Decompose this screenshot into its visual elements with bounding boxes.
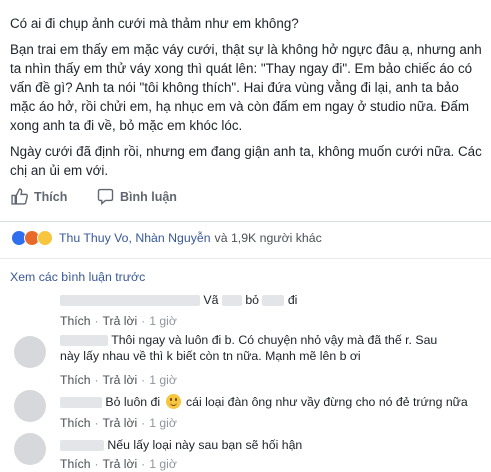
- post-paragraph: Ngày cưới đã định rồi, nhưng em đang giậ…: [10, 144, 482, 178]
- comment-actions: Thích · Trả lời · 1 giờ: [60, 416, 177, 430]
- redacted-text: [221, 295, 242, 307]
- divider: [0, 221, 491, 222]
- comment-actions: Thích · Trả lời · 1 giờ: [60, 373, 177, 387]
- post-actions-bar: Thích Bình luận: [0, 188, 491, 214]
- wow-reaction-icon: [37, 230, 53, 246]
- comment-time: 1 giờ: [149, 373, 177, 387]
- comment-actions: Thích · Trả lời · 1 giờ: [60, 457, 177, 471]
- comment-text: Bỏ luôn đi cái loại đàn ông như vầy đừng…: [60, 394, 468, 410]
- avatar[interactable]: [14, 433, 46, 465]
- comment-button-label: Bình luận: [120, 189, 177, 204]
- comment-reply-link[interactable]: Trả lời: [103, 373, 138, 387]
- comment-button[interactable]: Bình luận: [97, 188, 177, 205]
- comment-like-link[interactable]: Thích: [60, 314, 90, 328]
- avatar[interactable]: [14, 390, 46, 422]
- comment-time: 1 giờ: [149, 457, 177, 471]
- view-previous-comments-link[interactable]: Xem các bình luận trước: [10, 270, 145, 284]
- comment-icon: [97, 188, 114, 205]
- comment-reply-link[interactable]: Trả lời: [103, 314, 138, 328]
- comment-text: Thôi ngay và luôn đi b. Có chuyện nhỏ vậ…: [60, 333, 438, 363]
- comment-time: 1 giờ: [149, 314, 177, 328]
- comment-reply-link[interactable]: Trả lời: [103, 416, 138, 430]
- comment-reply-link[interactable]: Trả lời: [103, 457, 138, 471]
- avatar[interactable]: [14, 336, 46, 368]
- divider: [0, 258, 491, 259]
- reaction-others[interactable]: và 1,9K người khác: [215, 231, 322, 245]
- like-button-label: Thích: [34, 189, 68, 204]
- redacted-text: [262, 295, 285, 307]
- comment-text: Vã bỏ đi: [60, 292, 297, 308]
- comment-like-link[interactable]: Thích: [60, 457, 90, 471]
- comment-actions: Thích · Trả lời · 1 giờ: [60, 314, 177, 328]
- redacted-name: [60, 440, 104, 452]
- redacted-name: [60, 295, 200, 307]
- comment-text: Nếu lấy loại này sau bạn sẽ hối hận: [60, 437, 302, 453]
- comment-like-link[interactable]: Thích: [60, 373, 90, 387]
- post-paragraph: Bạn trai em thấy em mặc váy cưới, thật s…: [10, 42, 482, 133]
- smile-emoji-icon: [165, 394, 181, 409]
- like-button[interactable]: Thích: [11, 188, 67, 205]
- post-body: Có ai đi chụp ảnh cưới mà thảm như em kh…: [10, 14, 482, 187]
- comment-time: 1 giờ: [149, 416, 177, 430]
- comment-like-link[interactable]: Thích: [60, 416, 90, 430]
- redacted-name: [60, 335, 108, 347]
- redacted-name: [60, 397, 102, 409]
- reactions-summary[interactable]: Thu Thuy Vo, Nhàn Nguyễn và 1,9K người k…: [11, 230, 322, 246]
- thumbs-up-icon: [11, 188, 28, 205]
- reaction-names[interactable]: Thu Thuy Vo, Nhàn Nguyễn: [59, 231, 211, 245]
- post-paragraph: Có ai đi chụp ảnh cưới mà thảm như em kh…: [10, 16, 299, 31]
